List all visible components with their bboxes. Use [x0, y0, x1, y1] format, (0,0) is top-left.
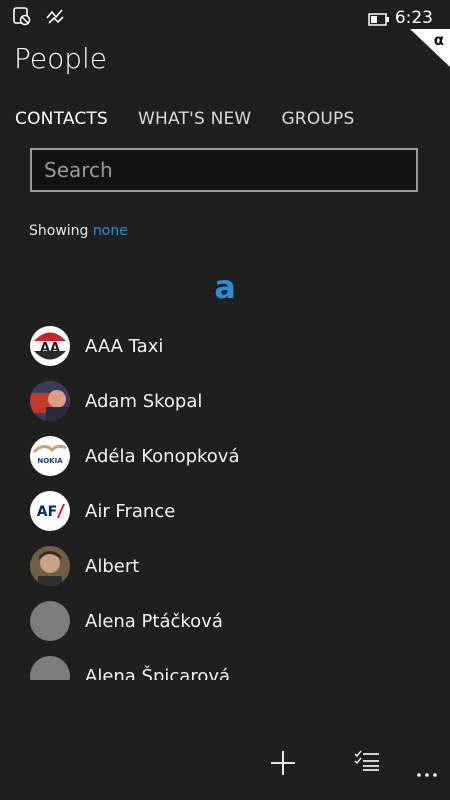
- contact-item[interactable]: Alena Špicarová: [30, 656, 230, 680]
- aaa-taxi-logo-avatar: AA: [30, 326, 70, 366]
- alpha-corner-badge: α: [410, 29, 450, 67]
- contact-list[interactable]: AA AAA Taxi Adam Skopal NOKIA Adéla Kono…: [0, 320, 450, 680]
- contact-item[interactable]: Albert: [30, 546, 139, 586]
- placeholder-avatar: [30, 601, 70, 641]
- contact-item[interactable]: Adam Skopal: [30, 381, 202, 421]
- more-button[interactable]: [414, 762, 440, 782]
- tab-contacts[interactable]: CONTACTS: [15, 109, 108, 129]
- section-letter-header[interactable]: a: [0, 268, 450, 306]
- more-icon: [416, 763, 438, 782]
- filter-link[interactable]: none: [93, 223, 128, 239]
- pivot-tabs: CONTACTS WHAT'S NEW GROUPS: [15, 109, 385, 129]
- placeholder-avatar: [30, 656, 70, 680]
- filter-prefix: Showing: [29, 223, 89, 239]
- contact-name: Adéla Konopková: [85, 445, 240, 467]
- filter-status: Showing none: [29, 223, 128, 239]
- contact-name: Air France: [85, 500, 176, 522]
- tab-groups[interactable]: GROUPS: [281, 109, 354, 129]
- contact-name: Albert: [85, 555, 140, 577]
- add-button[interactable]: [266, 748, 300, 782]
- contact-item[interactable]: AA AAA Taxi: [30, 326, 163, 366]
- status-time: 6:23: [394, 8, 433, 28]
- search-box[interactable]: [30, 148, 418, 192]
- contact-photo-avatar: [30, 381, 70, 421]
- page-title: People: [14, 42, 108, 75]
- data-saver-icon: [12, 6, 32, 30]
- status-bar: 6:23: [0, 0, 450, 36]
- search-input[interactable]: [32, 150, 416, 190]
- select-button[interactable]: [352, 748, 382, 778]
- signal-off-icon: [44, 6, 66, 30]
- select-icon: [354, 750, 380, 776]
- battery-icon: [368, 11, 390, 30]
- contact-name: Alena Špicarová: [85, 665, 231, 681]
- air-france-logo-avatar: AF: [30, 491, 70, 531]
- alpha-badge-label: α: [433, 31, 444, 49]
- contact-item[interactable]: NOKIA Adéla Konopková: [30, 436, 240, 476]
- contact-name: AAA Taxi: [85, 335, 164, 357]
- nokia-logo-avatar: NOKIA: [30, 436, 70, 476]
- contact-name: Alena Ptáčková: [85, 610, 223, 632]
- svg-text:AA: AA: [40, 341, 60, 356]
- tab-whats-new[interactable]: WHAT'S NEW: [138, 109, 251, 129]
- contact-item[interactable]: Alena Ptáčková: [30, 601, 223, 641]
- add-icon: [270, 750, 296, 780]
- svg-text:NOKIA: NOKIA: [37, 457, 63, 465]
- svg-text:AF: AF: [37, 504, 57, 520]
- contact-photo-avatar: [30, 546, 70, 586]
- contact-name: Adam Skopal: [85, 390, 203, 412]
- contact-item[interactable]: AF Air France: [30, 491, 175, 531]
- app-bar: [0, 740, 450, 800]
